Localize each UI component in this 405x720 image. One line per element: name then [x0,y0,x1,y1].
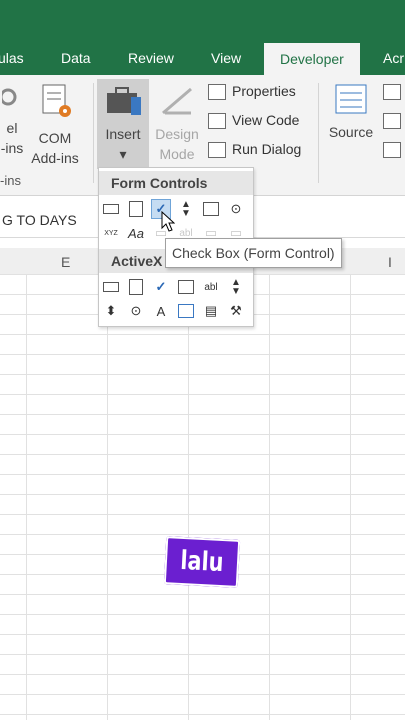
worksheet-grid[interactable] [0,274,405,720]
activex-spin-button-icon[interactable]: ⬍ [101,301,121,321]
excel-addins-button[interactable]: el -ins [0,83,24,158]
map-properties-button[interactable] [383,83,405,101]
gear-icon [0,88,17,106]
design-mode-button[interactable]: Design Mode [152,83,202,164]
run-dialog-label: Run Dialog [232,141,302,157]
com-addins-icon [42,84,71,117]
xml-source-icon [335,84,367,114]
activex-label-icon[interactable]: A [151,301,171,321]
expansion-packs-icon [383,113,401,130]
activex-text-box-icon[interactable]: abl [201,277,221,297]
toolbox-icon [107,87,141,115]
tab-formulas[interactable]: ulas [0,50,24,66]
activex-image-icon[interactable] [176,301,196,321]
view-code-label: View Code [232,112,300,128]
tab-data[interactable]: Data [61,50,91,66]
expansion-packs-button[interactable] [383,112,405,130]
excel-addins-label-1: el [6,120,18,136]
source-button[interactable]: Source [324,83,378,142]
com-addins-button[interactable]: COM Add-ins [26,83,84,168]
properties-label: Properties [232,83,296,99]
activex-button-icon[interactable] [101,277,121,297]
name-box[interactable]: G TO DAYS [2,212,77,228]
map-properties-icon [383,84,401,101]
more-controls-icon[interactable]: ⚒ [226,301,246,321]
com-addins-label-2: Add-ins [31,150,79,166]
option-button-control-icon[interactable]: ⊙ [226,199,246,219]
refresh-data-icon [383,142,401,159]
column-header-i[interactable]: I [388,254,392,270]
ribbon-separator [93,83,94,183]
activex-option-button-icon[interactable]: ⊙ [126,301,146,321]
view-code-button[interactable]: View Code [208,112,300,130]
run-dialog-button[interactable]: Run Dialog [208,141,302,159]
label-control-icon[interactable]: Aa [126,223,146,243]
activex-combo-box-icon[interactable] [126,277,146,297]
spin-button-control-icon[interactable]: ▲ ▼ [176,199,196,219]
tab-review[interactable]: Review [128,50,174,66]
button-control-icon[interactable] [101,199,121,219]
group-box-control-icon[interactable]: XYZ [101,223,121,243]
activex-scroll-bar-icon[interactable]: ▲ ▼ [226,277,246,297]
activex-check-box-icon[interactable]: ✓ [151,277,171,297]
design-mode-label-2: Mode [159,146,195,162]
activex-list-box-icon[interactable] [176,277,196,297]
activex-toggle-button-icon[interactable]: ▤ [201,301,221,321]
video-caption-text: lalu [179,545,225,579]
list-box-control-icon[interactable] [201,199,221,219]
view-code-icon [208,113,226,130]
properties-icon [208,84,226,101]
properties-button[interactable]: Properties [208,83,296,101]
run-dialog-icon [208,142,226,159]
check-box-tooltip: Check Box (Form Control) [165,238,342,268]
video-caption: lalu [163,536,241,588]
refresh-data-button[interactable] [383,141,405,159]
source-label: Source [328,124,374,140]
tab-view[interactable]: View [211,50,241,66]
ribbon-tab-bar: ulas Data Review View Developer Acr [0,0,405,75]
insert-label: Insert [105,126,141,142]
combo-box-control-icon[interactable] [126,199,146,219]
design-mode-label-1: Design [155,126,199,142]
tab-acrobat[interactable]: Acr [383,50,404,66]
com-addins-label-1: COM [38,130,72,146]
insert-dropdown-arrow: ▾ [119,146,127,162]
tab-developer[interactable]: Developer [264,43,360,75]
form-controls-heading: Form Controls [99,171,253,195]
excel-addins-label-2: -ins [0,140,24,156]
group-label-addins: -ins [0,173,21,188]
design-mode-icon [162,87,192,115]
ribbon-separator [318,83,319,183]
mouse-pointer-icon [161,211,175,232]
insert-button[interactable]: Insert ▾ [97,83,149,164]
column-header-e[interactable]: E [61,254,70,270]
